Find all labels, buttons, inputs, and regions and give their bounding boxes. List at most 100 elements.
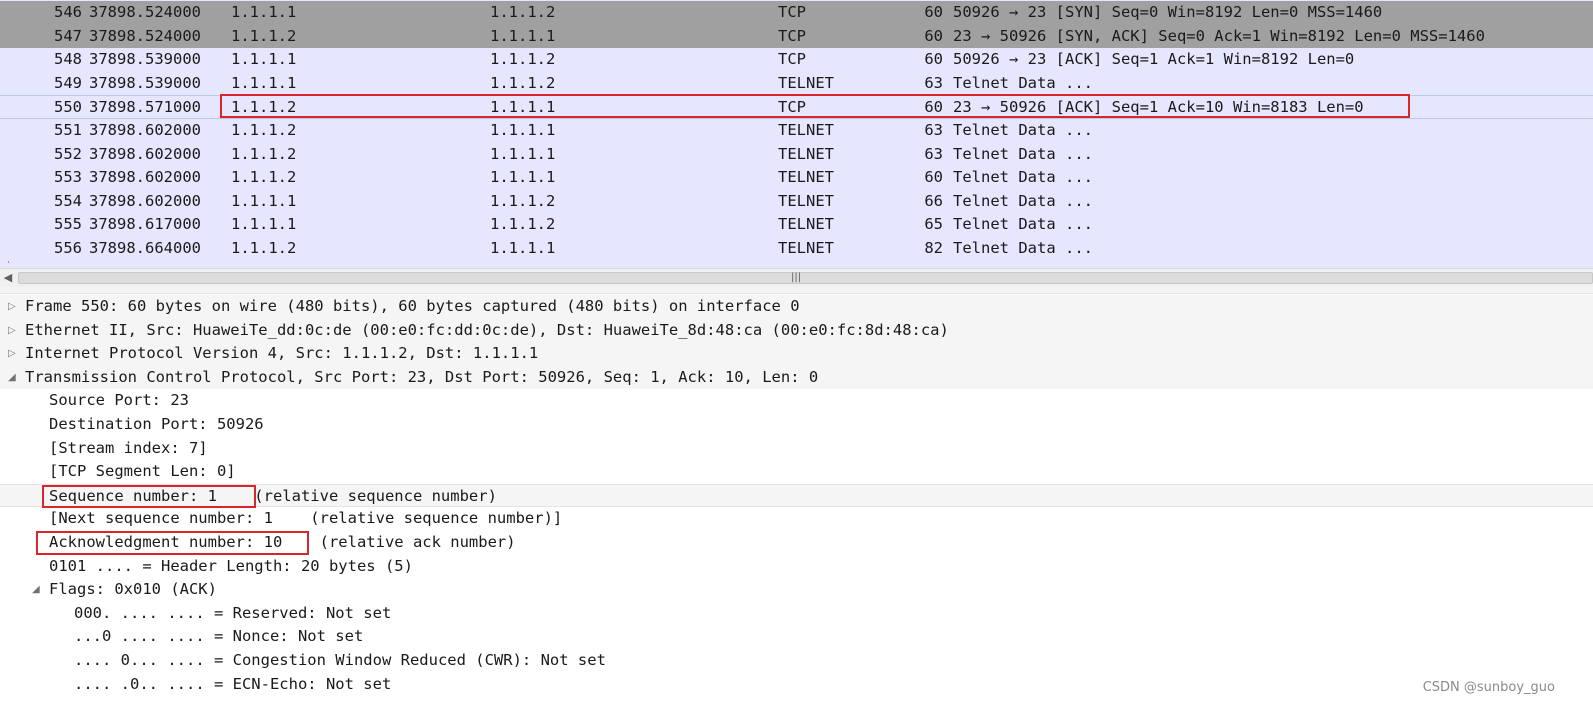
- packet-info: 23 → 50926 [ACK] Seq=1 Ack=10 Win=8183 L…: [953, 98, 1364, 117]
- tree-item[interactable]: Sequence number: 1 (relative sequence nu…: [0, 483, 1593, 508]
- packet-destination: 1.1.1.2: [490, 50, 556, 69]
- packet-protocol: TELNET: [778, 73, 834, 92]
- packet-number: 546: [54, 3, 82, 21]
- tree-item[interactable]: 0101 .... = Header Length: 20 bytes (5): [0, 555, 1593, 579]
- packet-info: Telnet Data ...: [953, 191, 1093, 210]
- tree-item-label: ...0 .... .... = Nonce: Not set: [74, 627, 364, 646]
- packet-number: 555: [54, 215, 82, 234]
- packet-time: 37898.602000: [89, 191, 201, 210]
- packet-info: Telnet Data ...: [953, 168, 1093, 187]
- packet-protocol: TELNET: [778, 121, 834, 139]
- packet-source: 1.1.1.2: [231, 26, 297, 45]
- packet-length: 60: [924, 50, 943, 69]
- packet-source: 1.1.1.1: [231, 73, 297, 92]
- packet-protocol: TELNET: [778, 168, 834, 187]
- packet-length: 63: [924, 121, 943, 139]
- packet-time: 37898.602000: [89, 168, 201, 187]
- packet-source: 1.1.1.2: [231, 98, 297, 117]
- tree-item[interactable]: .... .0.. .... = ECN-Echo: Not set: [0, 673, 1593, 697]
- packet-info: Telnet Data ...: [953, 73, 1093, 92]
- packet-row-548[interactable]: 548 37898.539000 1.1.1.1 1.1.1.2 TCP 60 50926 …: [0, 48, 1593, 72]
- packet-protocol: TELNET: [778, 239, 834, 257]
- packet-destination: 1.1.1.1: [490, 144, 556, 163]
- expand-arrow-icon[interactable]: ▷: [8, 342, 16, 366]
- packet-protocol: TELNET: [778, 191, 834, 210]
- packet-row-550[interactable]: 550 37898.571000 1.1.1.2 1.1.1.1 TCP 60 23 → 5…: [0, 95, 1593, 119]
- packet-source: 1.1.1.2: [231, 168, 297, 187]
- tree-item[interactable]: Source Port: 23: [0, 389, 1593, 413]
- tree-item-label: Transmission Control Protocol, Src Port:…: [25, 367, 819, 386]
- packet-destination: 1.1.1.1: [490, 26, 556, 45]
- packet-time: 37898.602000: [89, 121, 201, 139]
- tree-item[interactable]: [Stream index: 7]: [0, 437, 1593, 461]
- packet-destination: 1.1.1.1: [490, 121, 556, 139]
- tree-item[interactable]: [Next sequence number: 1 (relative seque…: [0, 507, 1593, 531]
- packet-length: 66: [924, 191, 943, 210]
- tree-item[interactable]: ▷ Ethernet II, Src: HuaweiTe_dd:0c:de (00…: [0, 318, 1593, 343]
- packet-row-556[interactable]: 556 37898.664000 1.1.1.2 1.1.1.1 TELNET 82 Tel…: [0, 237, 1593, 261]
- packet-length: 60: [924, 168, 943, 187]
- packet-info: 50926 → 23 [SYN] Seq=0 Win=8192 Len=0 MS…: [953, 3, 1383, 21]
- packet-number: 547: [54, 26, 82, 45]
- packet-row-552[interactable]: 552 37898.602000 1.1.1.2 1.1.1.1 TELNET 63 Tel…: [0, 142, 1593, 167]
- packet-details-tree[interactable]: ▷ Frame 550: 60 bytes on wire (480 bits),…: [0, 295, 1593, 705]
- packet-source: 1.1.1.1: [231, 50, 297, 69]
- tree-item-label: Ethernet II, Src: HuaweiTe_dd:0c:de (00:…: [25, 320, 949, 339]
- scroll-thumb[interactable]: |||: [18, 272, 1593, 284]
- packet-destination: 1.1.1.1: [490, 168, 556, 187]
- tree-item[interactable]: [TCP Segment Len: 0]: [0, 460, 1593, 484]
- packet-time: 37898.524000: [89, 3, 201, 21]
- packet-info: 23 → 50926 [SYN, ACK] Seq=0 Ack=1 Win=81…: [953, 26, 1485, 45]
- tree-item[interactable]: 000. .... .... = Reserved: Not set: [0, 602, 1593, 626]
- tree-item[interactable]: Acknowledgment number: 10 (relative ack …: [0, 531, 1593, 555]
- packet-length: 82: [924, 239, 943, 257]
- packet-protocol: TELNET: [778, 215, 834, 234]
- tree-item[interactable]: ◢ Flags: 0x010 (ACK): [0, 578, 1593, 602]
- packet-row-546[interactable]: 546 37898.524000 1.1.1.1 1.1.1.2 TCP 60 50926 …: [0, 1, 1593, 25]
- tree-item[interactable]: .... 0... .... = Congestion Window Reduc…: [0, 649, 1593, 673]
- horizontal-scrollbar[interactable]: ◀ |||: [0, 268, 1593, 287]
- tree-item[interactable]: ▷ Frame 550: 60 bytes on wire (480 bits),…: [0, 295, 1593, 319]
- tree-item[interactable]: ◢ Transmission Control Protocol, Src Port…: [0, 365, 1593, 390]
- packet-info: Telnet Data ...: [953, 121, 1093, 139]
- packet-number: 556: [54, 239, 82, 257]
- packet-row-554[interactable]: 554 37898.602000 1.1.1.1 1.1.1.2 TELNET 66 Tel…: [0, 189, 1593, 214]
- pane-splitter[interactable]: [0, 287, 1593, 294]
- expand-arrow-icon[interactable]: ▷: [8, 295, 16, 319]
- tree-item-label: [TCP Segment Len: 0]: [49, 462, 236, 481]
- packet-time: 37898.664000: [89, 239, 201, 257]
- tree-item[interactable]: Destination Port: 50926: [0, 413, 1593, 437]
- tree-item[interactable]: ...0 .... .... = Nonce: Not set: [0, 625, 1593, 649]
- tree-item[interactable]: ▷ Internet Protocol Version 4, Src: 1.1.1…: [0, 342, 1593, 366]
- packet-source: 1.1.1.1: [231, 215, 297, 234]
- packet-row-547[interactable]: 547 37898.524000 1.1.1.2 1.1.1.1 TCP 60 23 → 5…: [0, 24, 1593, 49]
- tree-item-label: .... .0.. .... = ECN-Echo: Not set: [74, 674, 392, 693]
- packet-number: 553: [54, 168, 82, 187]
- packet-protocol: TCP: [778, 3, 806, 21]
- packet-destination: 1.1.1.2: [490, 191, 556, 210]
- packet-row-555[interactable]: 555 37898.617000 1.1.1.1 1.1.1.2 TELNET 65 Tel…: [0, 213, 1593, 237]
- packet-destination: 1.1.1.2: [490, 215, 556, 234]
- tree-item-label: Destination Port: 50926: [49, 415, 264, 433]
- packet-protocol: TCP: [778, 98, 806, 117]
- packet-time: 37898.602000: [89, 144, 201, 163]
- packet-destination: 1.1.1.2: [490, 73, 556, 92]
- packet-row-551[interactable]: 551 37898.602000 1.1.1.2 1.1.1.1 TELNET 63 Tel…: [0, 119, 1593, 143]
- collapse-arrow-icon[interactable]: ◢: [8, 366, 16, 390]
- packet-row-549[interactable]: 549 37898.539000 1.1.1.1 1.1.1.2 TELNET 63 Tel…: [0, 71, 1593, 96]
- tree-item-label: 000. .... .... = Reserved: Not set: [74, 603, 392, 622]
- tree-item-label: Flags: 0x010 (ACK): [49, 580, 217, 599]
- expand-arrow-icon[interactable]: ▷: [8, 319, 16, 343]
- packet-list[interactable]: 546 37898.524000 1.1.1.1 1.1.1.2 TCP 60 50926 …: [0, 0, 1593, 268]
- packet-length: 63: [924, 144, 943, 163]
- packet-time: 37898.524000: [89, 26, 201, 45]
- packet-length: 65: [924, 215, 943, 234]
- tree-item-label: [Next sequence number: 1 (relative seque…: [49, 509, 563, 528]
- packet-number: 551: [54, 121, 82, 139]
- packet-number: 549: [54, 73, 82, 92]
- packet-row-553[interactable]: 553 37898.602000 1.1.1.2 1.1.1.1 TELNET 60 Tel…: [0, 166, 1593, 190]
- packet-length: 60: [924, 3, 943, 21]
- scroll-left-icon[interactable]: ◀: [2, 271, 14, 285]
- tree-item-label: .... 0... .... = Congestion Window Reduc…: [74, 651, 606, 669]
- collapse-arrow-icon[interactable]: ◢: [32, 578, 40, 602]
